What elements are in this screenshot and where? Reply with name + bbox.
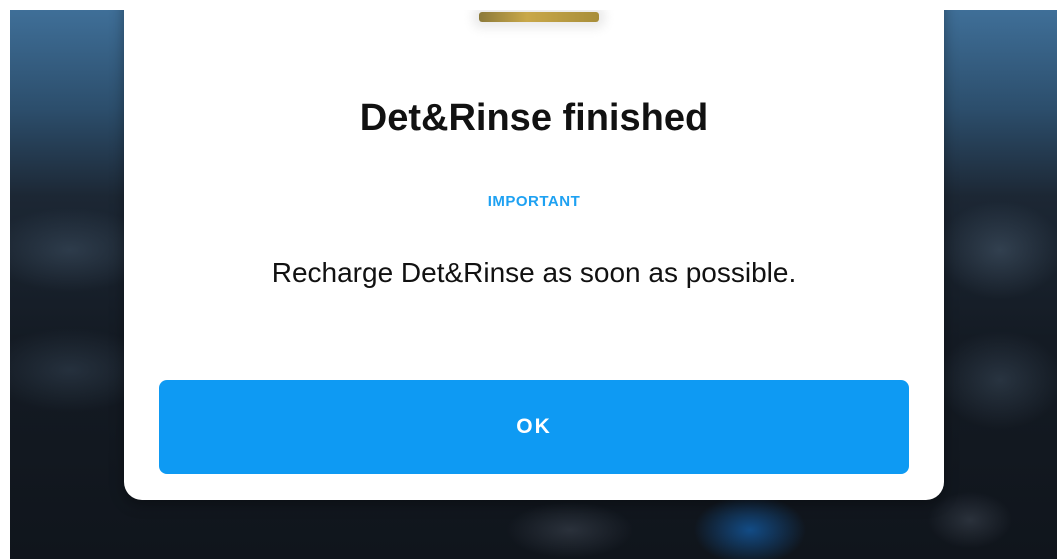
dialog-message: Recharge Det&Rinse as soon as possible. — [271, 257, 797, 288]
alert-dialog: Det&Rinse finished IMPORTANT Recharge De… — [124, 10, 944, 500]
product-image — [479, 12, 599, 22]
ok-button[interactable]: OK — [159, 380, 909, 474]
important-label: IMPORTANT — [487, 193, 581, 210]
background-screen: Det&Rinse finished IMPORTANT Recharge De… — [10, 10, 1057, 559]
dialog-title: Det&Rinse finished — [359, 97, 709, 139]
